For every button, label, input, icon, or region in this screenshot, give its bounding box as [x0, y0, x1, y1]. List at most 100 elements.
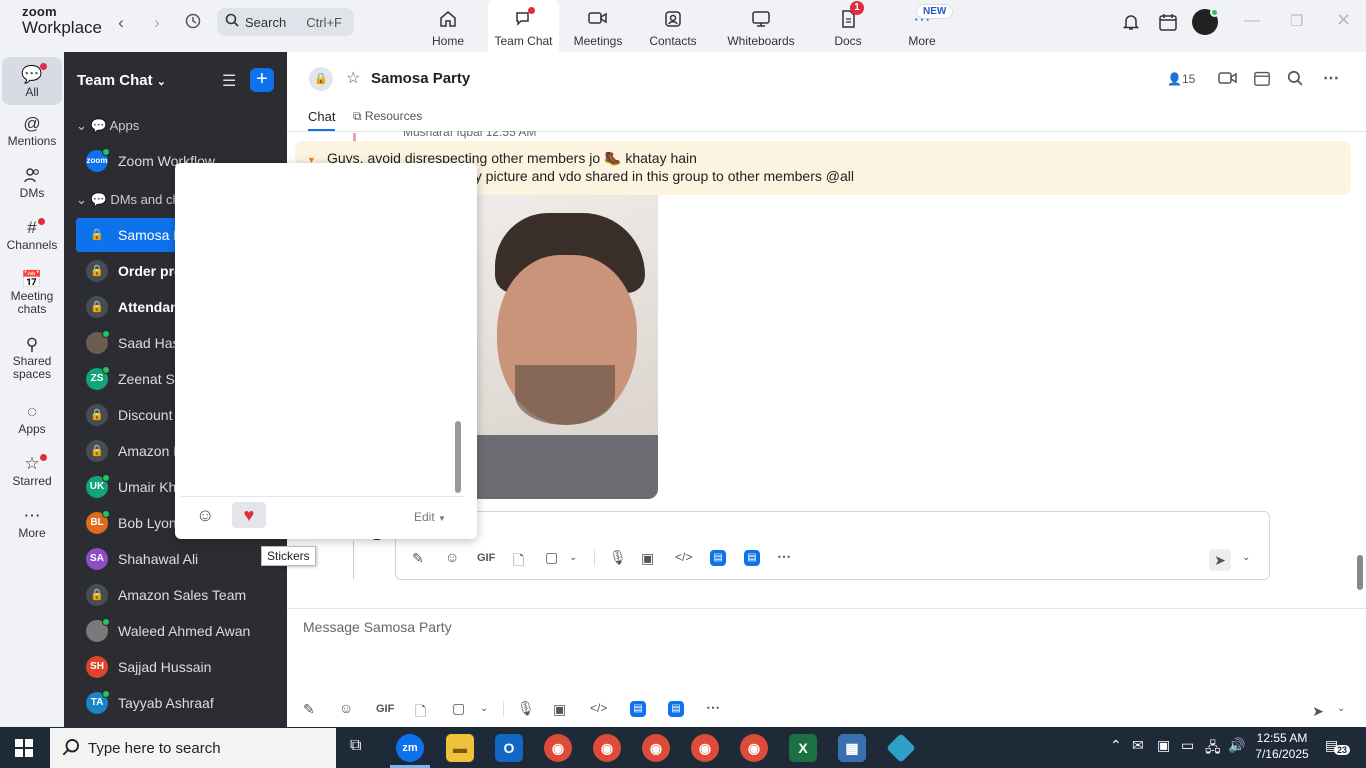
- calendar-icon[interactable]: [1253, 69, 1271, 92]
- chat-scrollbar[interactable]: [1355, 132, 1364, 607]
- task-view-icon[interactable]: ⧉: [350, 737, 361, 755]
- file-icon[interactable]: 🗋: [415, 701, 426, 725]
- rail-dms[interactable]: DMs: [2, 166, 62, 200]
- list-item[interactable]: 🔒 Amazon Sales Team: [76, 578, 287, 612]
- battery-icon[interactable]: ▭: [1181, 737, 1194, 754]
- chevron-down-icon[interactable]: ⌄: [1242, 552, 1250, 563]
- rail-all[interactable]: 💬 All: [2, 57, 62, 105]
- message-input[interactable]: Message Samosa Party: [303, 619, 452, 635]
- avatar[interactable]: [1192, 8, 1219, 35]
- back-icon[interactable]: ‹: [110, 12, 132, 34]
- app-icon[interactable]: [886, 733, 916, 763]
- rail-more[interactable]: ⋯ More: [2, 506, 62, 540]
- rail-mentions[interactable]: @ Mentions: [2, 114, 62, 148]
- send-icon[interactable]: ➤: [1307, 700, 1329, 722]
- chrome-icon[interactable]: ◉: [691, 734, 719, 762]
- new-chat-button[interactable]: +: [250, 68, 274, 92]
- rail-meeting-chats[interactable]: 📅 Meeting chats: [2, 270, 62, 316]
- minimize-icon[interactable]: —: [1244, 12, 1260, 30]
- tab-home[interactable]: Home: [420, 0, 476, 52]
- more-icon[interactable]: ⋯: [777, 548, 791, 565]
- popup-scrollbar[interactable]: [454, 177, 462, 495]
- app-icon[interactable]: ▤: [744, 550, 760, 566]
- chevron-down-icon[interactable]: ⌄: [569, 552, 577, 563]
- tab-team-chat[interactable]: Team Chat: [488, 0, 559, 52]
- chat-title[interactable]: Samosa Party: [371, 70, 470, 87]
- sticker-tab-heart-icon[interactable]: ♥: [232, 502, 266, 528]
- microphone-icon[interactable]: 🎙: [517, 700, 535, 717]
- rail-apps[interactable]: ◌ Apps: [2, 402, 62, 436]
- video-message-icon[interactable]: ▣: [553, 701, 566, 718]
- app-icon[interactable]: ▤: [630, 701, 646, 717]
- section-apps[interactable]: ⌄ 💬 Apps: [76, 118, 139, 134]
- emoji-icon[interactable]: ☺: [339, 700, 353, 716]
- file-icon[interactable]: 🗋: [513, 550, 524, 574]
- tab-more[interactable]: ⋯ More NEW: [898, 0, 954, 52]
- shared-image[interactable]: [475, 195, 658, 499]
- close-icon[interactable]: ✕: [1336, 10, 1351, 31]
- scrollbar-thumb[interactable]: [455, 421, 461, 493]
- calculator-icon[interactable]: ▦: [838, 734, 866, 762]
- tab-resources[interactable]: ⧉ Resources: [353, 109, 422, 124]
- excel-icon[interactable]: X: [789, 734, 817, 762]
- chrome-icon[interactable]: ◉: [593, 734, 621, 762]
- tab-chat[interactable]: Chat: [308, 109, 336, 131]
- chevron-up-icon[interactable]: ⌃: [1110, 737, 1122, 754]
- format-icon[interactable]: ✎: [412, 550, 424, 567]
- scrollbar-thumb[interactable]: [1357, 555, 1363, 590]
- video-icon[interactable]: [1218, 70, 1238, 91]
- bell-icon[interactable]: [1121, 12, 1141, 37]
- rail-shared-spaces[interactable]: ⚲ Shared spaces: [2, 335, 62, 381]
- meet-icon[interactable]: ▣: [1157, 737, 1170, 754]
- send-icon[interactable]: ➤: [1209, 549, 1231, 571]
- chat-list-title[interactable]: Team Chat ⌄: [77, 72, 166, 89]
- gif-button[interactable]: GIF: [376, 703, 394, 715]
- forward-icon[interactable]: ›: [146, 12, 168, 34]
- section-dms[interactable]: ⌄ 💬 DMs and ch: [76, 192, 180, 208]
- calendar-icon[interactable]: [1158, 12, 1178, 37]
- screenshot-icon[interactable]: ▢: [452, 700, 465, 717]
- format-icon[interactable]: ✎: [303, 701, 315, 718]
- search-bar[interactable]: Search Ctrl+F: [217, 8, 354, 36]
- emoji-sticker-popup[interactable]: ☺ ♥ Edit ▼: [175, 163, 477, 539]
- app-icon[interactable]: ▤: [668, 701, 684, 717]
- taskbar-search[interactable]: Type here to search: [50, 728, 336, 768]
- history-icon[interactable]: [182, 12, 204, 34]
- outlook-icon[interactable]: O: [495, 734, 523, 762]
- list-item[interactable]: Waleed Ahmed Awan: [76, 614, 287, 648]
- more-icon[interactable]: ⋯: [706, 699, 720, 716]
- clock[interactable]: 12:55 AM 7/16/2025: [1255, 731, 1309, 761]
- chrome-icon[interactable]: ◉: [642, 734, 670, 762]
- chrome-icon[interactable]: ◉: [740, 734, 768, 762]
- rail-starred[interactable]: ☆ Starred: [2, 454, 62, 488]
- chrome-icon[interactable]: ◉: [544, 734, 572, 762]
- rail-channels[interactable]: # Channels: [2, 218, 62, 252]
- tab-docs[interactable]: Docs 1: [826, 0, 870, 52]
- more-icon[interactable]: ⋯: [1323, 68, 1339, 88]
- app-icon[interactable]: ▤: [710, 550, 726, 566]
- chevron-down-icon[interactable]: ⌄: [1337, 703, 1345, 714]
- zoom-app-icon[interactable]: zm: [396, 734, 424, 762]
- star-icon[interactable]: ☆: [346, 68, 360, 88]
- screenshot-icon[interactable]: ▢: [545, 549, 558, 566]
- members-button[interactable]: 👤15: [1167, 72, 1195, 86]
- code-icon[interactable]: </>: [675, 550, 692, 564]
- tab-meetings[interactable]: Meetings: [568, 0, 628, 52]
- filter-icon[interactable]: ☰: [222, 71, 236, 91]
- edit-button[interactable]: Edit ▼: [414, 510, 446, 524]
- tab-contacts[interactable]: Contacts: [644, 0, 702, 52]
- volume-icon[interactable]: 🔊: [1228, 737, 1245, 754]
- file-explorer-icon[interactable]: ▬: [446, 734, 474, 762]
- list-item[interactable]: SH Sajjad Hussain: [76, 650, 287, 684]
- list-item[interactable]: SA Shahawal Ali: [76, 542, 287, 576]
- reply-composer[interactable]: ✎ ☺ GIF 🗋 ▢ ⌄ 🎙 ▣ </> ▤ ▤ ⋯ ➤ ⌄: [395, 511, 1270, 580]
- video-message-icon[interactable]: ▣: [641, 550, 654, 567]
- chevron-down-icon[interactable]: ⌄: [480, 703, 488, 714]
- network-icon[interactable]: 🖧: [1205, 737, 1221, 761]
- code-icon[interactable]: </>: [590, 701, 607, 715]
- microphone-icon[interactable]: 🎙: [609, 549, 627, 566]
- mail-icon[interactable]: ✉: [1132, 737, 1144, 754]
- list-item[interactable]: TA Tayyab Ashraaf: [76, 686, 287, 720]
- tab-whiteboards[interactable]: Whiteboards: [722, 0, 800, 52]
- maximize-icon[interactable]: ❐: [1290, 12, 1303, 30]
